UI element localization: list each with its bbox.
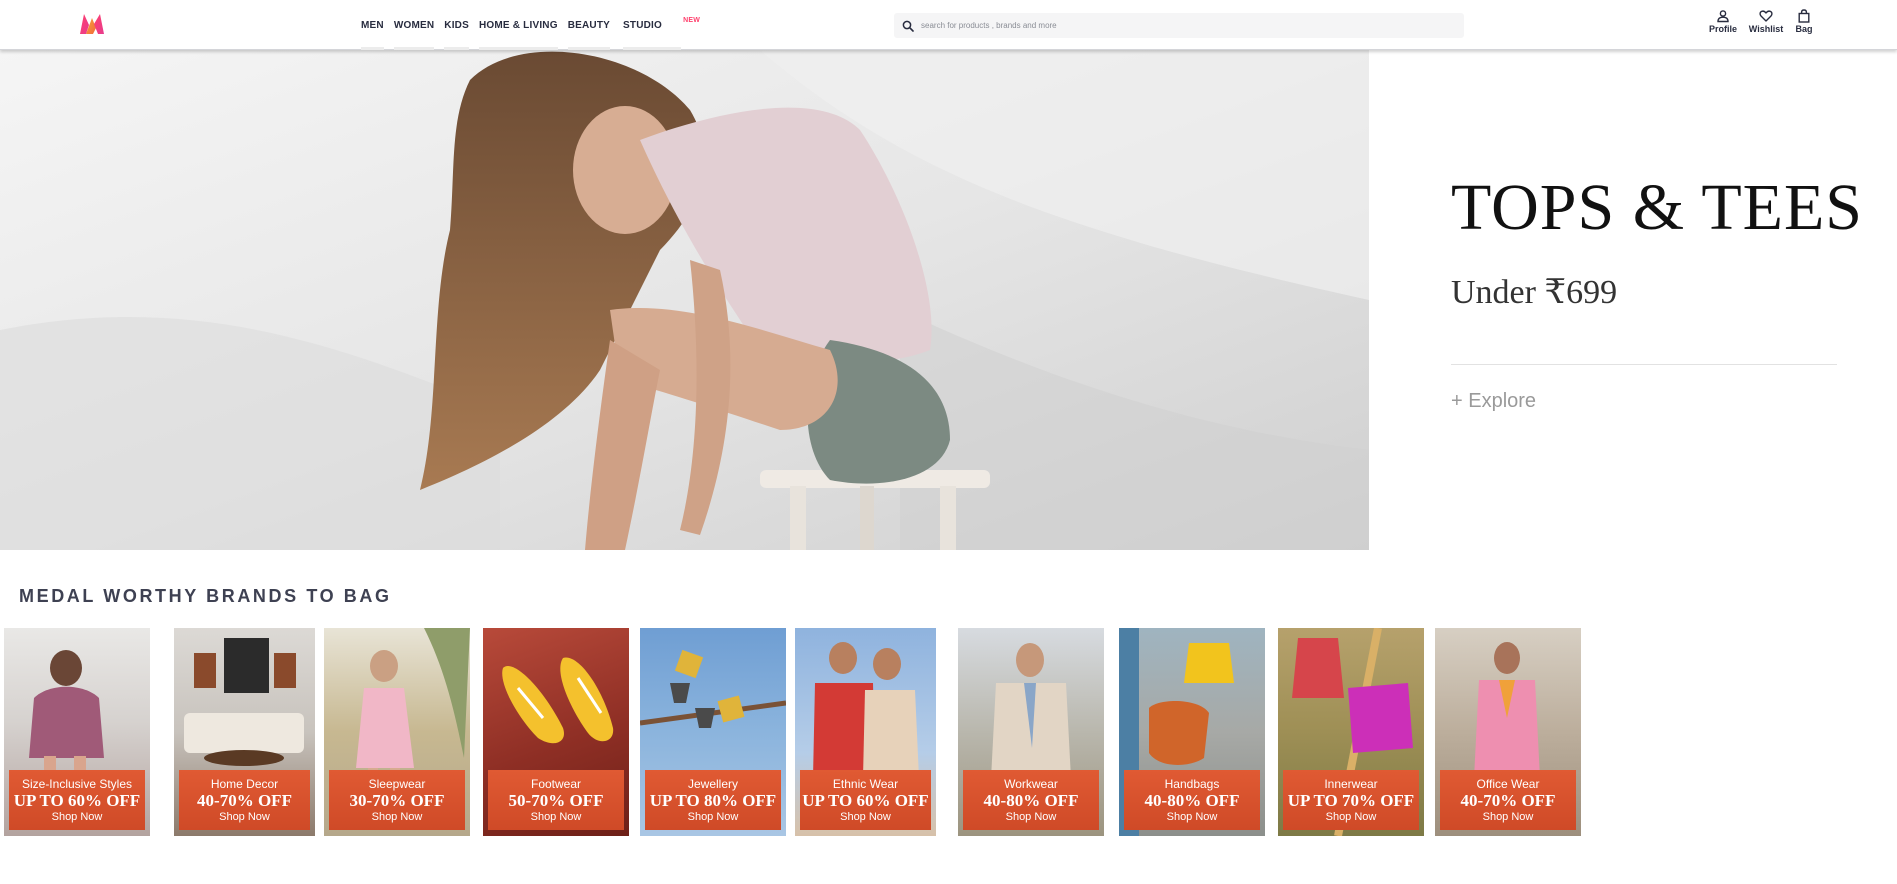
tile-category: Ethnic Wear	[832, 776, 899, 791]
tile-shop-now[interactable]: Shop Now	[52, 811, 103, 824]
hero-divider	[1451, 364, 1837, 365]
bag-button[interactable]: Bag	[1786, 9, 1822, 34]
tile-handbags[interactable]: Handbags 40-80% OFF Shop Now	[1119, 628, 1265, 836]
tile-shop-now[interactable]: Shop Now	[1167, 811, 1218, 824]
search-bar	[894, 13, 1464, 38]
tile-category: Jewellery	[687, 776, 738, 791]
tile-offer-badge: Ethnic Wear UP TO 60% OFF Shop Now	[800, 770, 931, 830]
tile-shop-now[interactable]: Shop Now	[1326, 811, 1377, 824]
explore-link[interactable]: + Explore	[1451, 390, 1536, 413]
tile-shop-now[interactable]: Shop Now	[1483, 811, 1534, 824]
tile-offer: 50-70% OFF	[508, 790, 604, 810]
tile-ethnic-wear[interactable]: Ethnic Wear UP TO 60% OFF Shop Now	[795, 628, 936, 836]
tile-sleepwear[interactable]: Sleepwear 30-70% OFF Shop Now	[324, 628, 470, 836]
tile-offer-badge: Size-Inclusive Styles UP TO 60% OFF Shop…	[9, 770, 145, 830]
tile-category: Workwear	[1004, 776, 1058, 791]
tile-offer: UP TO 70% OFF	[1287, 790, 1415, 810]
tile-shop-now[interactable]: Shop Now	[219, 811, 270, 824]
tile-offer-badge: Footwear 50-70% OFF Shop Now	[488, 770, 624, 830]
tile-offer: 30-70% OFF	[349, 790, 445, 810]
tile-offer: UP TO 60% OFF	[13, 790, 141, 810]
tile-category: Sleepwear	[368, 776, 426, 791]
wishlist-label: Wishlist	[1748, 24, 1784, 34]
nav-men-label: MEN	[361, 19, 384, 31]
nav-kids-label: KIDS	[444, 19, 469, 31]
tile-shop-now[interactable]: Shop Now	[372, 811, 423, 824]
tile-workwear[interactable]: Workwear 40-80% OFF Shop Now	[958, 628, 1104, 836]
tile-category: Home Decor	[210, 776, 279, 791]
tile-category: Handbags	[1164, 776, 1220, 791]
heart-icon	[1759, 10, 1773, 22]
tile-offer-badge: Innerwear UP TO 70% OFF Shop Now	[1283, 770, 1419, 830]
hero-model-illustration	[0, 50, 1369, 550]
tile-offer-badge: Handbags 40-80% OFF Shop Now	[1124, 770, 1260, 830]
tile-footwear[interactable]: Footwear 50-70% OFF Shop Now	[483, 628, 629, 836]
tile-offer-badge: Workwear 40-80% OFF Shop Now	[963, 770, 1099, 830]
nav-studio-label: STUDIO	[623, 19, 663, 31]
tile-offer-badge: Home Decor 40-70% OFF Shop Now	[179, 770, 310, 830]
hero-subtitle: Under ₹699	[1451, 274, 1618, 311]
tile-offer-badge: Office Wear 40-70% OFF Shop Now	[1440, 770, 1576, 830]
tile-offer: 40-70% OFF	[1460, 790, 1556, 810]
tile-jewellery[interactable]: Jewellery UP TO 80% OFF Shop Now	[640, 628, 786, 836]
tile-innerwear[interactable]: Innerwear UP TO 70% OFF Shop Now	[1278, 628, 1424, 836]
tile-offer: 40-70% OFF	[197, 790, 292, 810]
bag-icon	[1798, 9, 1810, 23]
tile-shop-now[interactable]: Shop Now	[1006, 811, 1057, 824]
nav-home-living-label: HOME & LIVING	[478, 19, 558, 31]
tile-category: Innerwear	[1324, 776, 1378, 791]
nav-kids[interactable]: KIDS	[439, 0, 474, 50]
nav-women-label: WOMEN	[393, 19, 435, 31]
main-nav: MEN WOMEN KIDS HOME & LIVING BEAUTY STUD…	[356, 0, 700, 50]
tile-home-decor[interactable]: Home Decor 40-70% OFF Shop Now	[174, 628, 315, 836]
header-actions: Profile Wishlist Bag	[1700, 9, 1822, 34]
nav-home-living[interactable]: HOME & LIVING	[474, 0, 563, 50]
tile-category: Footwear	[530, 776, 582, 791]
hero-title: TOPS & TEES	[1451, 171, 1863, 244]
tile-category: Office Wear	[1476, 776, 1540, 791]
tile-shop-now[interactable]: Shop Now	[688, 811, 739, 824]
tile-shop-now[interactable]: Shop Now	[531, 811, 582, 824]
wishlist-button[interactable]: Wishlist	[1746, 9, 1786, 34]
section-title: MEDAL WORTHY BRANDS TO BAG	[19, 586, 392, 606]
tile-offer-badge: Sleepwear 30-70% OFF Shop Now	[329, 770, 465, 830]
tile-size-inclusive-styles[interactable]: Size-Inclusive Styles UP TO 60% OFF Shop…	[4, 628, 150, 836]
tile-offer-badge: Jewellery UP TO 80% OFF Shop Now	[645, 770, 781, 830]
site-header: MEN WOMEN KIDS HOME & LIVING BEAUTY STUD…	[0, 0, 1897, 50]
bag-label: Bag	[1795, 24, 1813, 34]
tile-offer: UP TO 80% OFF	[649, 790, 777, 810]
tile-offer: 40-80% OFF	[1144, 790, 1240, 810]
nav-men[interactable]: MEN	[356, 0, 389, 50]
profile-button[interactable]: Profile	[1700, 9, 1746, 34]
nav-studio[interactable]: STUDIO NEW	[618, 0, 700, 50]
tile-category: Size-Inclusive Styles	[21, 776, 133, 791]
myntra-logo-icon[interactable]	[78, 12, 110, 36]
search-icon[interactable]	[895, 13, 921, 38]
nav-women[interactable]: WOMEN	[389, 0, 439, 50]
search-input[interactable]	[921, 14, 1463, 37]
nav-beauty[interactable]: BEAUTY	[563, 0, 615, 50]
nav-beauty-label: BEAUTY	[567, 19, 611, 31]
tile-shop-now[interactable]: Shop Now	[840, 811, 891, 824]
tile-offer: UP TO 60% OFF	[802, 790, 929, 810]
hero-text-panel: TOPS & TEES Under ₹699 + Explore	[1369, 50, 1897, 550]
profile-label: Profile	[1708, 24, 1737, 34]
tile-offer: 40-80% OFF	[983, 790, 1079, 810]
profile-icon	[1717, 10, 1729, 23]
new-badge: NEW	[683, 17, 701, 24]
tile-office-wear[interactable]: Office Wear 40-70% OFF Shop Now	[1435, 628, 1581, 836]
hero-banner-image[interactable]	[0, 50, 1369, 550]
